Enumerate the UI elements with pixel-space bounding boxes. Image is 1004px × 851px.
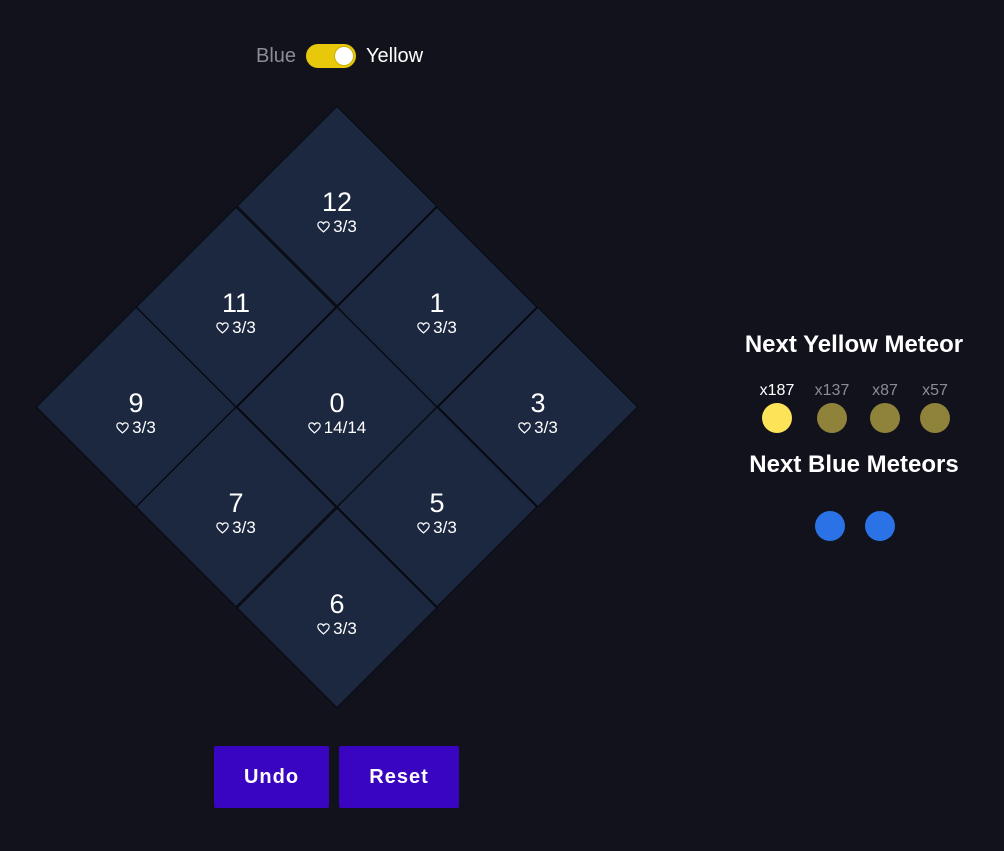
meteor-multiplier: x57 bbox=[922, 382, 948, 399]
meteor-multiplier: x137 bbox=[814, 382, 850, 399]
yellow-meteor-item: x187 bbox=[752, 382, 802, 433]
yellow-meteor-dot bbox=[870, 403, 900, 433]
diamond-board: 12 3/3 11 3/3 1 3/3 9 3/3 0 14/14 3 3/3 7 3/3 5 3/3 6 3/3 bbox=[0, 0, 700, 720]
yellow-meteor-dot bbox=[920, 403, 950, 433]
meteor-multiplier: x187 bbox=[759, 382, 795, 399]
next-blue-meteors-title: Next Blue Meteors bbox=[749, 451, 959, 478]
game-root: Blue Yellow 12 3/3 11 3/3 1 3/3 9 3/3 0 14/14 3 3/3… bbox=[0, 0, 1004, 851]
blue-meteor-dot bbox=[865, 511, 895, 541]
yellow-meteor-item: x57 bbox=[910, 382, 960, 433]
blue-meteor-dot bbox=[815, 511, 845, 541]
reset-button[interactable]: Reset bbox=[339, 746, 459, 808]
next-yellow-meteor-title: Next Yellow Meteor bbox=[744, 331, 964, 358]
meteor-multiplier: x87 bbox=[872, 382, 898, 399]
yellow-meteor-item: x137 bbox=[807, 382, 857, 433]
yellow-meteor-item: x87 bbox=[860, 382, 910, 433]
undo-button[interactable]: Undo bbox=[214, 746, 329, 808]
yellow-meteor-dot bbox=[817, 403, 847, 433]
yellow-meteor-dot bbox=[762, 403, 792, 433]
